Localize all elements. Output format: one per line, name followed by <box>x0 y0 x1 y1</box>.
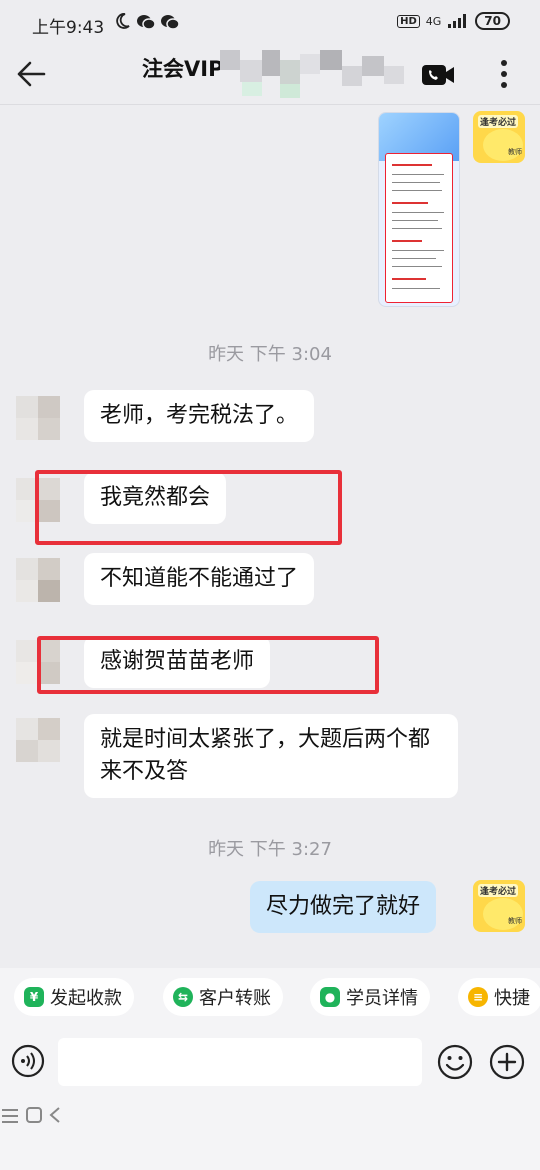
avatar-tag: 逢考必过 <box>478 115 519 128</box>
status-right: HD 4G 70 <box>397 12 510 30</box>
timestamp-label: 昨天 下午 3:27 <box>208 839 332 860</box>
highlight-box <box>37 636 379 694</box>
contact-avatar[interactable] <box>16 396 60 440</box>
voice-input-icon[interactable] <box>11 1044 45 1078</box>
video-call-icon[interactable] <box>421 62 455 88</box>
message-bubble[interactable]: 就是时间太紧张了，大题后两个都来不及答 <box>84 714 458 798</box>
image-document-preview <box>385 153 453 303</box>
quick-action-label: 客户转账 <box>199 988 271 1009</box>
shortcut-icon: ≡ <box>468 987 488 1007</box>
message-input-bar <box>0 1028 540 1106</box>
self-avatar[interactable]: 逢考必过 教师 <box>473 880 525 932</box>
highlight-box <box>35 470 342 545</box>
quick-action-label: 学员详情 <box>346 988 418 1009</box>
contact-avatar[interactable] <box>16 718 60 762</box>
yuan-icon: ¥ <box>24 987 44 1007</box>
user-icon: ● <box>320 987 340 1007</box>
message-input[interactable] <box>58 1038 422 1086</box>
plus-icon[interactable] <box>489 1044 525 1080</box>
avatar-tag: 逢考必过 <box>478 884 519 897</box>
wechat-icon <box>137 15 156 30</box>
chat-header: 注会VIP <box>0 44 540 105</box>
quick-action-student-details[interactable]: ● 学员详情 <box>310 978 430 1016</box>
avatar-sub: 教师 <box>508 148 522 156</box>
home-icon[interactable] <box>25 1106 43 1124</box>
quick-action-shortcut[interactable]: ≡ 快捷 <box>458 978 540 1016</box>
quick-action-label: 发起收款 <box>50 988 122 1009</box>
self-avatar[interactable]: 逢考必过 教师 <box>473 111 525 163</box>
signal-icon <box>448 14 467 28</box>
quick-actions-bar: ¥ 发起收款 ⇆ 客户转账 ● 学员详情 ≡ 快捷 <box>0 968 540 1028</box>
avatar-sub: 教师 <box>508 917 522 925</box>
wechat-icon <box>161 15 180 30</box>
back-icon[interactable] <box>48 1106 62 1124</box>
battery-level: 70 <box>475 12 510 30</box>
status-bar: 上午9:43 HD 4G 70 <box>0 0 540 44</box>
quick-action-label: 快捷 <box>494 988 530 1009</box>
redacted-title-mosaic <box>220 50 420 98</box>
hd-badge: HD <box>397 14 420 28</box>
status-time: 上午9:43 <box>32 18 105 38</box>
quick-action-customer-transfer[interactable]: ⇆ 客户转账 <box>163 978 283 1016</box>
reply-bubble[interactable]: 尽力做完了就好 <box>250 881 437 933</box>
chat-title: 注会VIP <box>142 57 224 81</box>
more-options-icon[interactable] <box>496 58 512 90</box>
image-message[interactable] <box>378 112 460 307</box>
timestamp-label: 昨天 下午 3:04 <box>208 344 332 365</box>
back-arrow-icon[interactable] <box>16 60 46 88</box>
moon-icon <box>116 13 130 29</box>
emoji-icon[interactable] <box>437 1044 473 1080</box>
transfer-icon: ⇆ <box>173 987 193 1007</box>
quick-action-collect-payment[interactable]: ¥ 发起收款 <box>14 978 134 1016</box>
message-bubble[interactable]: 老师，考完税法了。 <box>84 390 315 442</box>
contact-avatar[interactable] <box>16 558 60 602</box>
message-bubble[interactable]: 不知道能不能通过了 <box>84 553 315 605</box>
network-label: 4G <box>425 14 442 28</box>
system-navigation-bar <box>0 1106 540 1170</box>
menu-icon[interactable] <box>0 1108 20 1124</box>
